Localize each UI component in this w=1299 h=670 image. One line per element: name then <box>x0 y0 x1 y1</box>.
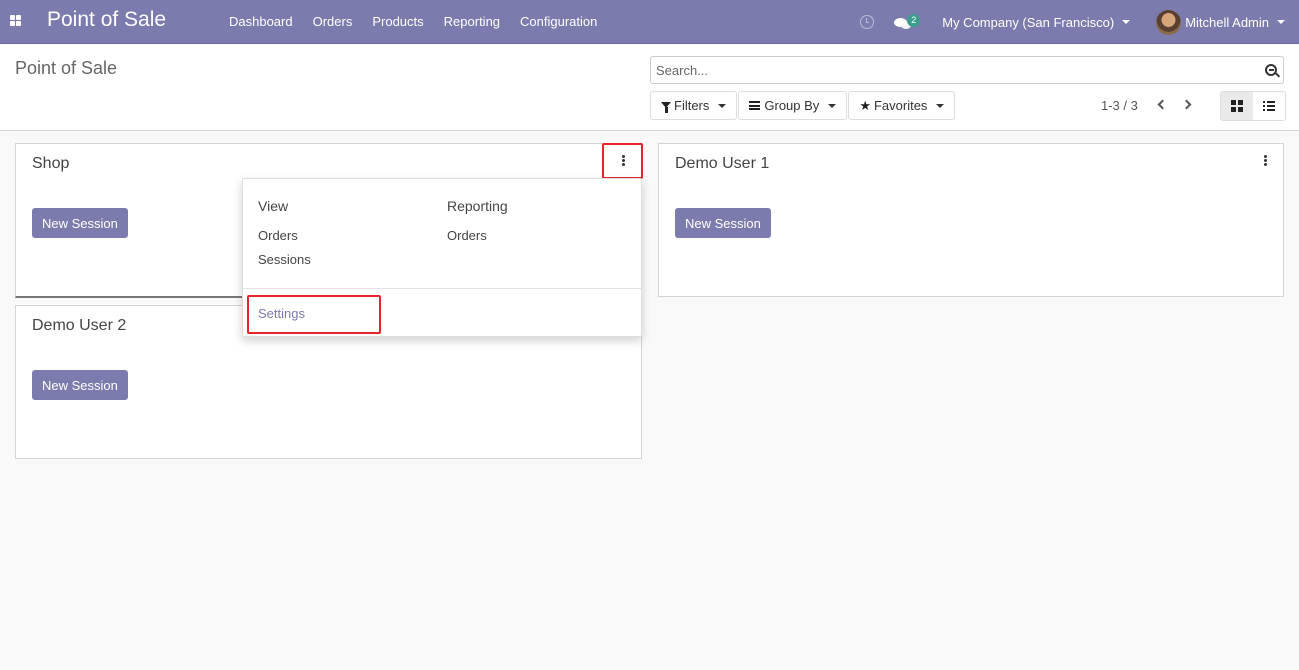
dropdown-view-header: View <box>258 198 289 214</box>
caret-down-icon <box>828 103 837 108</box>
pos-card-demo-user-1: Demo User 1 New Session <box>658 143 1284 297</box>
dropdown-reporting-orders[interactable]: Orders <box>447 228 508 243</box>
caret-down-icon <box>718 103 727 108</box>
favorites-button[interactable]: ★ Favorites <box>848 91 956 120</box>
dropdown-view-section: View Orders Sessions <box>258 198 311 276</box>
dropdown-settings-link[interactable]: Settings <box>258 306 305 321</box>
search-bar <box>650 56 1284 84</box>
pager-previous-button[interactable] <box>1155 98 1169 112</box>
avatar <box>1156 9 1182 35</box>
filters-label: Filters <box>674 98 710 113</box>
user-menu[interactable]: Mitchell Admin <box>1156 9 1285 35</box>
new-session-button[interactable]: New Session <box>32 370 128 400</box>
pager-value[interactable]: 1-3 / 3 <box>1101 98 1138 113</box>
filter-icon <box>661 101 671 113</box>
top-navbar: Point of Sale Dashboard Orders Products … <box>0 0 1299 44</box>
menu-products[interactable]: Products <box>362 0 433 44</box>
search-input[interactable] <box>651 57 1241 83</box>
user-name: Mitchell Admin <box>1185 14 1269 30</box>
systray: 2 My Company (San Francisco) Mitchell Ad… <box>860 0 1299 44</box>
messages-count-badge: 2 <box>907 14 921 27</box>
card-menu-button[interactable] <box>617 154 631 170</box>
activity-clock-icon[interactable] <box>860 15 875 29</box>
card-dropdown-menu: View Orders Sessions Reporting Orders Se… <box>242 178 642 337</box>
control-panel: Point of Sale Filters Group By ★ Favorit… <box>0 45 1299 131</box>
group-by-label: Group By <box>764 98 820 113</box>
list-view-button[interactable] <box>1253 92 1285 120</box>
card-title: Demo User 2 <box>32 317 127 334</box>
star-icon: ★ <box>859 97 871 113</box>
card-title: Demo User 1 <box>675 155 770 172</box>
chevron-right-icon <box>1181 99 1192 110</box>
favorites-label: Favorites <box>873 98 928 113</box>
new-session-button[interactable]: New Session <box>675 208 771 238</box>
dropdown-view-sessions[interactable]: Sessions <box>258 252 311 267</box>
apps-menu-icon[interactable] <box>10 15 21 26</box>
view-switcher <box>1220 91 1286 121</box>
menu-dashboard[interactable]: Dashboard <box>219 0 303 44</box>
card-menu-button[interactable] <box>1259 154 1273 170</box>
search-options: Filters Group By ★ Favorites <box>650 91 956 120</box>
menu-orders[interactable]: Orders <box>303 0 363 44</box>
card-title: Shop <box>32 155 70 172</box>
messages-button[interactable]: 2 <box>894 12 922 32</box>
search-icon[interactable] <box>1265 64 1277 76</box>
chevron-left-icon <box>1157 99 1168 110</box>
breadcrumb: Point of Sale <box>15 58 118 78</box>
filters-button[interactable]: Filters <box>650 91 738 120</box>
list-icon <box>1263 101 1275 111</box>
main-menu: Dashboard Orders Products Reporting Conf… <box>219 0 607 44</box>
dropdown-view-orders[interactable]: Orders <box>258 228 311 243</box>
dropdown-divider <box>243 288 641 289</box>
company-name: My Company (San Francisco) <box>942 14 1115 30</box>
dropdown-reporting-section: Reporting Orders <box>447 198 508 252</box>
company-switcher[interactable]: My Company (San Francisco) <box>942 14 1131 30</box>
chat-icon <box>894 18 912 29</box>
menu-configuration[interactable]: Configuration <box>510 0 607 44</box>
pager-next-button[interactable] <box>1181 98 1196 112</box>
dropdown-reporting-header: Reporting <box>447 198 508 214</box>
caret-down-icon <box>936 103 945 108</box>
group-by-icon <box>749 101 761 110</box>
kanban-view-button[interactable] <box>1221 92 1253 120</box>
menu-reporting[interactable]: Reporting <box>434 0 510 44</box>
new-session-button[interactable]: New Session <box>32 208 128 238</box>
group-by-button[interactable]: Group By <box>738 91 848 120</box>
app-title[interactable]: Point of Sale <box>47 8 166 32</box>
kanban-icon <box>1231 100 1243 112</box>
caret-down-icon <box>1122 20 1131 24</box>
caret-down-icon <box>1277 20 1285 24</box>
